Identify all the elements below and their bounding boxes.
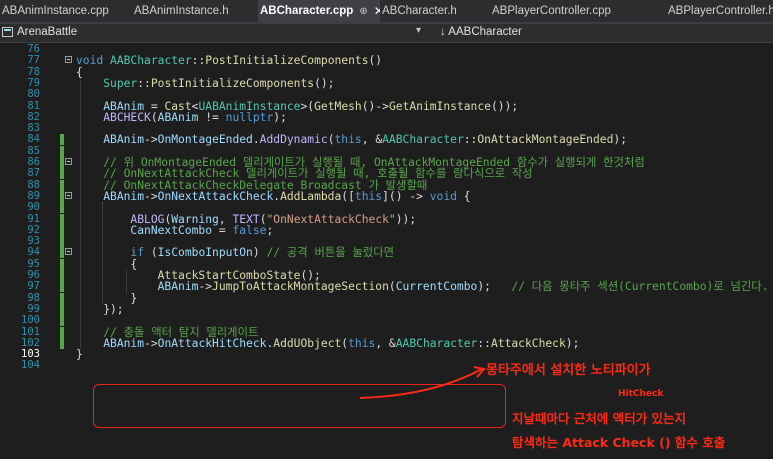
arrow-curve — [359, 368, 483, 399]
annotation-hitcheck: HitCheck — [618, 389, 664, 399]
annotation-line1: 지날때마다 근처에 액터가 있는지 — [512, 411, 687, 426]
annotation-notify: 몽타주에서 설치한 노티파이가 — [486, 363, 651, 378]
annotation-line2: 탐색하는 Attack Check () 함수 호출 — [512, 435, 726, 450]
